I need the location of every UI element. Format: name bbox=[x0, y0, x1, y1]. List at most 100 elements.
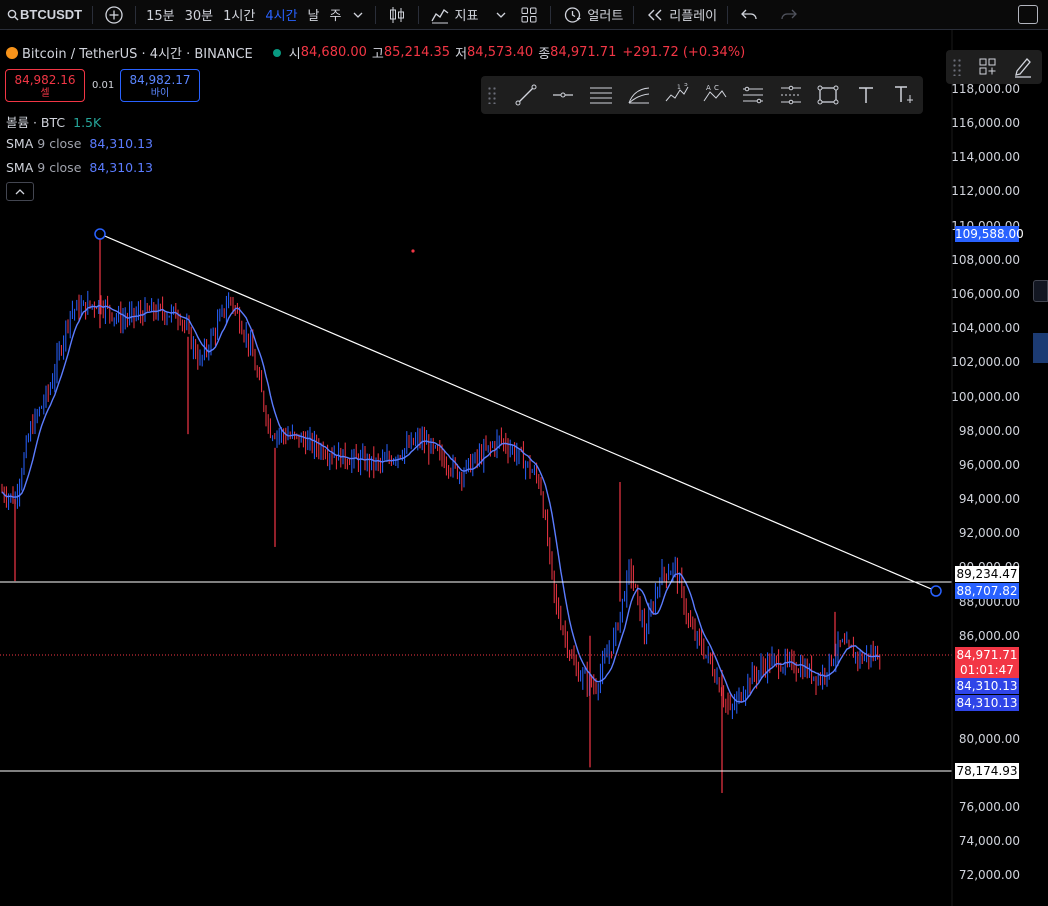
buy-label: 바이 bbox=[150, 88, 170, 99]
text-icon bbox=[859, 87, 874, 103]
sma-params: 9 close bbox=[37, 160, 82, 175]
drag-handle-icon[interactable] bbox=[952, 58, 962, 76]
trend-line-handle-start bbox=[94, 228, 106, 240]
rectangle-tool[interactable] bbox=[809, 77, 847, 113]
layout-grid-icon bbox=[979, 58, 996, 75]
price-tick: 94,000.00 bbox=[958, 492, 1020, 506]
sell-label: 셀 bbox=[40, 88, 50, 99]
market-open-icon bbox=[272, 48, 281, 57]
channel-icon bbox=[590, 87, 613, 104]
bar-countdown-tag: 01:01:47 bbox=[955, 662, 1019, 678]
abc-pattern-icon: AC bbox=[703, 84, 727, 102]
trading-chart-app: BTCUSDT 15분 30분 1시간 4시간 날 주 지표 얼러트 리플레이 … bbox=[0, 0, 1048, 906]
price-tick: 116,000.00 bbox=[951, 116, 1020, 130]
long-position-icon bbox=[742, 86, 763, 104]
price-tick: 74,000.00 bbox=[958, 834, 1020, 848]
sma-params: 9 close bbox=[37, 136, 82, 151]
price-tick: 92,000.00 bbox=[958, 526, 1020, 540]
trend-line-icon bbox=[515, 84, 537, 106]
anchored-text-tool[interactable] bbox=[885, 77, 923, 113]
pencil-icon bbox=[1015, 58, 1031, 78]
chart-legend: Bitcoin / TetherUS · 4시간 · BINANCE 시 84,… bbox=[6, 43, 745, 62]
svg-text:5: 5 bbox=[684, 83, 688, 88]
price-tick: 102,000.00 bbox=[951, 355, 1020, 369]
chevron-up-icon bbox=[15, 189, 25, 195]
fib-retracement-icon bbox=[628, 87, 650, 104]
buy-button[interactable]: 84,982.17 바이 bbox=[120, 69, 200, 102]
price-tick: 114,000.00 bbox=[951, 150, 1020, 164]
price-tick: 100,000.00 bbox=[951, 390, 1020, 404]
svg-text:C: C bbox=[714, 84, 719, 92]
rectangle-icon bbox=[817, 85, 839, 105]
trend-end-price-tag: 88,707.82 bbox=[955, 583, 1019, 599]
sma-line bbox=[1, 304, 880, 703]
wave-pattern-icon: 15 bbox=[665, 83, 689, 102]
high-value: 85,214.35 bbox=[383, 45, 451, 60]
price-tick: 112,000.00 bbox=[951, 184, 1020, 198]
close-label: 종 bbox=[538, 47, 551, 62]
spread-value: 0.01 bbox=[92, 80, 115, 91]
price-tick: 80,000.00 bbox=[958, 732, 1020, 746]
last-price-tag: 84,971.71 bbox=[955, 647, 1019, 663]
anchored-text-icon bbox=[895, 86, 914, 103]
sma-price-tag: 84,310.13 bbox=[955, 678, 1019, 694]
elliott-wave-tool[interactable]: 15 bbox=[658, 77, 696, 113]
pencil-button[interactable] bbox=[1012, 54, 1038, 80]
side-scrollbar-handle[interactable] bbox=[1033, 280, 1048, 302]
open-value: 84,680.00 bbox=[300, 45, 367, 60]
trend-start-price-tag: 109,588.00 bbox=[955, 226, 1024, 242]
sell-price: 84,982.16 bbox=[14, 73, 76, 87]
price-tick: 76,000.00 bbox=[958, 800, 1020, 814]
text-tool[interactable] bbox=[847, 77, 885, 113]
price-tick: 104,000.00 bbox=[951, 321, 1020, 335]
sma-name: SMA bbox=[6, 136, 34, 151]
price-chart[interactable] bbox=[0, 0, 1048, 906]
price-tick: 96,000.00 bbox=[958, 458, 1020, 472]
price-tick: 98,000.00 bbox=[958, 424, 1020, 438]
hline-upper-price-tag: 89,234.47 bbox=[955, 566, 1019, 582]
close-value: 84,971.71 bbox=[550, 45, 617, 60]
horizontal-ray-tool[interactable] bbox=[545, 77, 583, 113]
position-tool[interactable] bbox=[734, 77, 772, 113]
drag-handle-icon[interactable] bbox=[487, 86, 497, 104]
price-tick: 108,000.00 bbox=[951, 253, 1020, 267]
sma-price-tag: 84,310.13 bbox=[955, 695, 1019, 711]
hline-lower-price-tag: 78,174.93 bbox=[955, 763, 1019, 779]
sma-value: 84,310.13 bbox=[89, 160, 153, 175]
sma-legend-2[interactable]: SMA 9 close 84,310.13 bbox=[6, 160, 153, 175]
buy-price: 84,982.17 bbox=[129, 73, 191, 87]
sma-legend-1[interactable]: SMA 9 close 84,310.13 bbox=[6, 136, 153, 151]
symbol-title[interactable]: Bitcoin / TetherUS · 4시간 · BINANCE bbox=[22, 43, 253, 62]
layout-grid-button[interactable] bbox=[978, 57, 998, 81]
bitcoin-logo-icon bbox=[6, 46, 18, 59]
drawing-toolbar: 15 AC bbox=[481, 76, 923, 114]
low-value: 84,573.40 bbox=[467, 45, 534, 60]
sma-name: SMA bbox=[6, 160, 34, 175]
price-tick: 118,000.00 bbox=[951, 82, 1020, 96]
date-range-tool[interactable] bbox=[772, 77, 810, 113]
trend-line bbox=[99, 233, 937, 592]
svg-text:1: 1 bbox=[677, 84, 681, 91]
price-tick: 72,000.00 bbox=[958, 868, 1020, 882]
sell-button[interactable]: 84,982.16 셀 bbox=[5, 69, 85, 102]
trend-line-handle-end bbox=[930, 585, 942, 597]
high-label: 고 bbox=[371, 47, 384, 62]
price-tick: 86,000.00 bbox=[958, 629, 1020, 643]
change-value: +291.72 (+0.34%) bbox=[622, 45, 746, 60]
object-tree-panel bbox=[946, 50, 1042, 84]
price-tick: 106,000.00 bbox=[951, 287, 1020, 301]
volume-value: 1.5K bbox=[73, 115, 102, 130]
abc-pattern-tool[interactable]: AC bbox=[696, 77, 734, 113]
trend-line-tool[interactable] bbox=[507, 77, 545, 113]
marker-dot bbox=[411, 249, 415, 253]
open-label: 시 bbox=[288, 47, 301, 62]
fib-tool[interactable] bbox=[620, 77, 658, 113]
svg-text:A: A bbox=[706, 84, 711, 92]
sma-value: 84,310.13 bbox=[89, 136, 153, 151]
horizontal-line-icon bbox=[553, 92, 574, 98]
parallel-channel-tool[interactable] bbox=[582, 77, 620, 113]
side-panel-toggle[interactable] bbox=[1033, 333, 1048, 363]
volume-legend[interactable]: 볼륨 · BTC 1.5K bbox=[6, 112, 101, 131]
volume-label: 볼륨 · BTC bbox=[6, 115, 66, 130]
collapse-legend-button[interactable] bbox=[6, 182, 34, 201]
